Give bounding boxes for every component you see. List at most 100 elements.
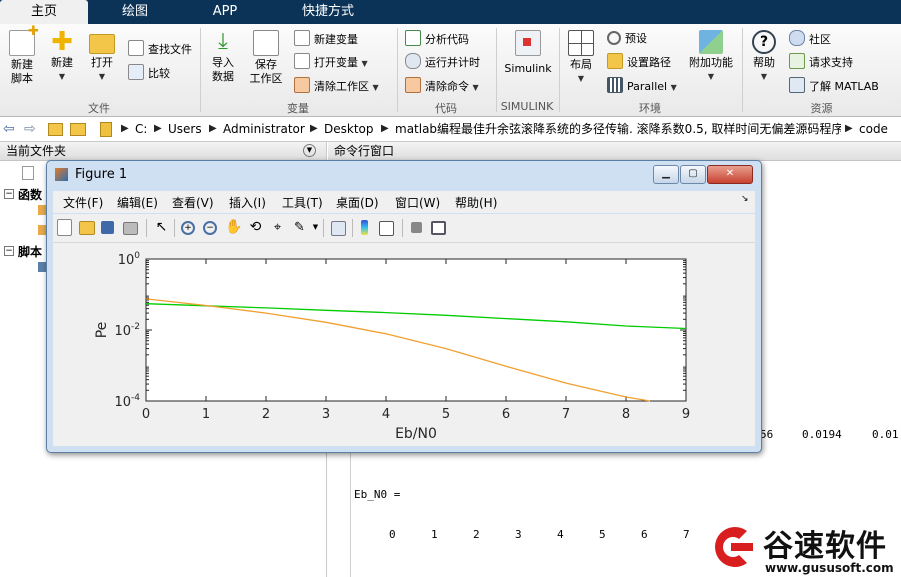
output-value: 2 (473, 528, 480, 541)
layout-button[interactable]: 布局 ▼ (563, 30, 599, 86)
new-script-label: 新建 脚本 (11, 58, 33, 85)
compare-button[interactable]: 比较 (128, 64, 170, 82)
new-variable-button[interactable]: 新建变量 (294, 30, 358, 48)
output-value: 0.0194 (802, 428, 842, 441)
breadcrumb-desktop[interactable]: Desktop (324, 117, 374, 141)
maximize-button[interactable]: ▢ (680, 165, 706, 184)
learn-matlab-button[interactable]: 了解 MATLAB (789, 77, 879, 95)
data-cursor-icon[interactable]: ⌖ (269, 219, 286, 236)
collapse-icon[interactable]: − (4, 189, 14, 199)
pan-hand-icon[interactable]: ✋ (225, 219, 242, 236)
menu-help[interactable]: 帮助(H) (455, 194, 497, 211)
zoom-out-icon[interactable]: − (203, 221, 217, 235)
close-button[interactable]: ✕ (707, 165, 753, 184)
link-plot-icon[interactable] (331, 221, 346, 236)
menu-insert[interactable]: 插入(I) (229, 194, 266, 211)
browse-folder-icon[interactable] (70, 123, 86, 136)
clear-workspace-button[interactable]: 清除工作区 ▼ (294, 77, 379, 95)
breadcrumb-project-folder[interactable]: matlab编程最佳升余弦滚降系统的多径传输. 滚降系数0.5, 取样时间无偏差… (395, 117, 841, 141)
legend-icon[interactable] (379, 221, 394, 236)
line-chart[interactable]: 0 1 2 3 4 5 6 7 8 9 100 10-2 10-4 Eb/N0 Pe (53, 243, 755, 446)
breadcrumb-users[interactable]: Users (168, 117, 202, 141)
matlab-figure-icon (55, 168, 68, 181)
save-workspace-label: 保存 工作区 (249, 58, 283, 85)
output-value: 0.01 (872, 428, 899, 441)
open-button[interactable]: 打开 ▼ (84, 30, 120, 84)
import-data-button[interactable]: ⤓ 导入 数据 (204, 30, 242, 84)
x-tick-label: 8 (622, 407, 630, 422)
dock-arrow-icon[interactable]: ↘ (741, 194, 749, 204)
run-and-time-button[interactable]: 运行并计时 (405, 53, 480, 71)
dropdown-arrow-icon[interactable]: ▼ (307, 219, 324, 236)
group-label-file: 文件 (88, 102, 110, 115)
show-plot-tools-icon[interactable] (431, 221, 446, 235)
clear-workspace-label: 清除工作区 (314, 80, 369, 93)
breadcrumb-code[interactable]: code (859, 117, 888, 141)
tab-plots[interactable]: 绘图 (90, 0, 180, 24)
support-icon (789, 53, 805, 69)
gear-icon (607, 31, 621, 45)
group-label-simulink: SIMULINK (500, 100, 554, 113)
figure-menubar: 文件(F) 编辑(E) 查看(V) 插入(I) 工具(T) 桌面(D) 窗口(W… (53, 191, 755, 213)
function-file-icon (38, 225, 46, 235)
forward-arrow-icon[interactable]: ⇨ (24, 117, 36, 141)
new-figure-icon[interactable] (57, 219, 72, 236)
help-button[interactable]: ? 帮助 ▼ (746, 30, 782, 84)
layout-icon (568, 30, 594, 56)
back-arrow-icon[interactable]: ⇦ (3, 117, 15, 141)
menu-tools[interactable]: 工具(T) (282, 194, 323, 211)
learn-matlab-icon (789, 77, 805, 93)
analyze-code-button[interactable]: 分析代码 (405, 30, 469, 48)
preferences-button[interactable]: 预设 (607, 30, 647, 48)
figure-titlebar[interactable]: Figure 1 ▁ ▢ ✕ (47, 161, 761, 189)
breadcrumb-administrator[interactable]: Administrator (223, 117, 305, 141)
breadcrumb-drive[interactable]: C: (135, 117, 147, 141)
new-script-icon: ✚ (9, 25, 39, 56)
tab-apps[interactable]: APP (182, 0, 268, 24)
menu-desktop[interactable]: 桌面(D) (336, 194, 379, 211)
save-icon[interactable] (101, 221, 114, 234)
figure-window[interactable]: Figure 1 ▁ ▢ ✕ 文件(F) 编辑(E) 查看(V) 插入(I) 工… (46, 160, 762, 453)
new-label: 新建 (51, 56, 73, 69)
eraser-icon (294, 77, 310, 93)
up-folder-icon[interactable] (48, 123, 63, 136)
open-variable-button[interactable]: 打开变量 ▼ (294, 53, 368, 71)
find-files-button[interactable]: 查找文件 (128, 40, 192, 58)
new-script-button[interactable]: ✚ 新建 脚本 (4, 25, 40, 86)
hide-plot-tools-icon[interactable] (411, 222, 422, 233)
clear-commands-button[interactable]: 清除命令 ▼ (405, 77, 479, 95)
open-file-icon[interactable] (79, 221, 95, 235)
y-tick-label: 10-2 (114, 322, 140, 339)
addons-button[interactable]: 附加功能 ▼ (686, 30, 736, 84)
tab-home[interactable]: 主页 (0, 0, 88, 24)
panel-actions-icon[interactable]: ▼ (303, 144, 316, 157)
menu-window[interactable]: 窗口(W) (395, 194, 440, 211)
print-icon[interactable] (123, 222, 138, 235)
breadcrumb-separator-icon: ▶ (209, 123, 217, 134)
section-scripts[interactable]: 脚本 (18, 243, 42, 260)
output-value: 0 (389, 528, 396, 541)
section-functions[interactable]: 函数 (18, 186, 42, 203)
set-path-button[interactable]: 设置路径 (607, 53, 671, 71)
community-button[interactable]: 社区 (789, 30, 831, 48)
colorbar-icon[interactable] (361, 220, 368, 235)
collapse-icon[interactable]: − (4, 246, 14, 256)
save-workspace-button[interactable]: 保存 工作区 (246, 30, 286, 86)
clear-commands-label: 清除命令 (425, 80, 469, 93)
rotate-3d-icon[interactable]: ⟲ (247, 219, 264, 236)
parallel-button[interactable]: Parallel ▼ (607, 77, 677, 95)
menu-file[interactable]: 文件(F) (63, 194, 103, 211)
new-variable-label: 新建变量 (314, 33, 358, 46)
brush-icon[interactable]: ✎ (291, 219, 308, 236)
simulink-button[interactable]: Simulink (500, 30, 556, 76)
set-path-label: 设置路径 (627, 56, 671, 69)
tab-shortcuts[interactable]: 快捷方式 (270, 0, 386, 24)
select-arrow-icon[interactable]: ↖ (153, 219, 170, 236)
zoom-in-icon[interactable]: + (181, 221, 195, 235)
menu-edit[interactable]: 编辑(E) (117, 194, 158, 211)
request-support-button[interactable]: 请求支持 (789, 53, 853, 71)
menu-view[interactable]: 查看(V) (172, 194, 214, 211)
minimize-button[interactable]: ▁ (653, 165, 679, 184)
new-button[interactable]: ✚ 新建 ▼ (44, 29, 80, 84)
compare-icon (128, 64, 144, 80)
